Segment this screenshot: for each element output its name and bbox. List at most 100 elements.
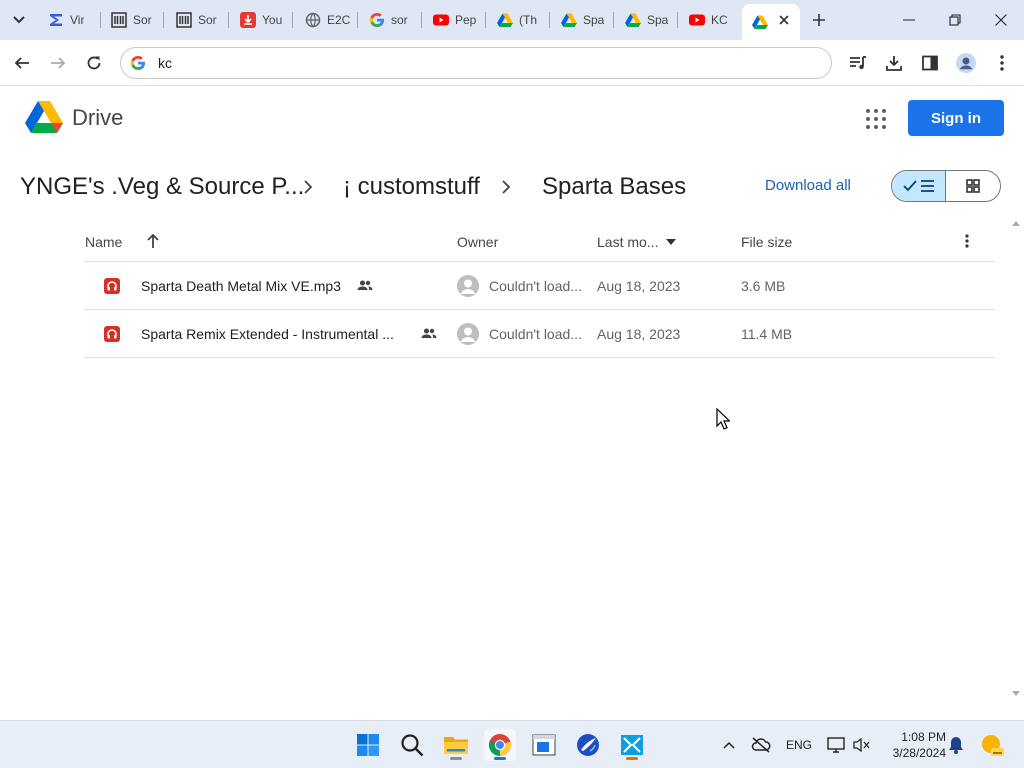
browser-tab[interactable]: Sor [101,6,163,34]
tab-search-button[interactable] [6,7,32,33]
notifications-button[interactable] [946,735,966,755]
chevron-up-icon [723,741,735,749]
caret-down-icon[interactable] [665,238,677,246]
grid-view-button[interactable] [946,171,1000,201]
windows-start-icon [357,734,379,756]
address-bar[interactable]: kc [120,47,832,79]
breadcrumb-item[interactable]: YNGE's .Veg & Source P... [20,173,304,201]
browser-toolbar: kc [0,40,1024,86]
arrow-left-icon [14,57,29,69]
minimize-icon [903,19,915,21]
browser-tab[interactable]: KC [679,6,739,34]
minimize-button[interactable] [886,4,932,36]
column-header-modified[interactable]: Last mo... [597,234,658,250]
close-tab-button[interactable] [776,12,792,28]
tab-title: E2C [327,13,351,27]
network-volume-button[interactable] [852,735,872,755]
browser-tab[interactable]: (Th [487,6,549,34]
video-editor-icon [621,735,643,755]
scroll-down-icon[interactable] [1011,690,1021,698]
weather-widget[interactable] [980,733,1004,757]
shared-people-icon [357,280,373,290]
file-name[interactable]: Sparta Remix Extended - Instrumental ... [141,326,394,342]
file-name[interactable]: Sparta Death Metal Mix VE.mp3 [141,278,341,294]
tab-title: Spa [647,13,669,27]
library-icon [111,12,127,28]
taskbar-app-window[interactable] [528,729,560,761]
media-controls-button[interactable] [846,51,870,75]
table-row[interactable]: Sparta Death Metal Mix VE.mp3 Couldn't l… [84,262,995,309]
browser-tab[interactable]: Spa [551,6,613,34]
divider [84,357,995,358]
restore-button[interactable] [932,4,978,36]
taskbar-file-explorer[interactable] [440,729,472,761]
table-row[interactable]: Sparta Remix Extended - Instrumental ...… [84,310,995,357]
taskbar-search-button[interactable] [396,729,428,761]
restore-icon [949,14,961,26]
media-player-icon [577,734,599,756]
browser-tab[interactable]: Pep [423,6,485,34]
clock-time: 1:08 PM [901,730,946,744]
sigma-icon [48,12,64,28]
close-icon [779,15,789,25]
side-panel-button[interactable] [918,51,942,75]
show-hidden-icons-button[interactable] [719,735,739,755]
browser-tab[interactable]: Spa [615,6,677,34]
language-indicator[interactable]: ENG [786,738,812,752]
browser-tab[interactable]: Vir [38,6,100,34]
browser-tab[interactable]: sor [359,6,421,34]
search-icon [401,734,424,757]
tab-title: sor [391,13,408,27]
list-view-button[interactable] [892,171,947,201]
speaker-icon [853,737,870,753]
scroll-up-icon[interactable] [1011,219,1021,227]
download-icon [886,56,902,71]
breadcrumb-current: Sparta Bases [542,173,687,200]
mouse-cursor-icon [716,408,730,430]
profile-button[interactable] [954,51,978,75]
browser-menu-button[interactable] [990,51,1014,75]
forward-button[interactable] [44,49,72,77]
breadcrumb-item[interactable]: ¡ customstuff [343,173,480,201]
system-clock[interactable]: 1:08 PM 3/28/2024 [880,729,946,761]
more-vertical-icon [1000,55,1004,71]
sign-in-button[interactable]: Sign in [908,100,1004,136]
arrow-right-icon [51,57,66,69]
onedrive-status[interactable] [751,735,771,755]
avatar [457,323,479,345]
tab-title: (Th [519,13,537,27]
google-apps-icon[interactable] [863,106,889,132]
chevron-right-icon [301,177,315,197]
reload-icon [87,56,101,70]
back-button[interactable] [8,49,36,77]
column-header-name[interactable]: Name [85,234,122,250]
more-vertical-icon[interactable] [964,233,970,249]
avatar [457,275,479,297]
arrow-up-icon[interactable] [146,233,160,249]
taskbar-video-editor[interactable] [616,729,648,761]
google-icon [369,12,385,28]
tab-title: KC [711,13,728,27]
browser-tab[interactable]: You [230,6,292,34]
column-header-owner[interactable]: Owner [457,234,498,250]
browser-tab[interactable]: Sor [166,6,228,34]
taskbar-chrome[interactable] [484,729,516,761]
taskbar-media-player[interactable] [572,729,604,761]
download-all-button[interactable]: Download all [765,177,851,194]
close-window-button[interactable] [978,4,1024,36]
app-window-icon [532,734,556,756]
display-settings-button[interactable] [826,735,846,755]
side-panel-icon [922,55,938,71]
audio-file-icon [104,278,120,294]
tab-strip: Vir Sor Sor You E2C sor Pep (Th Spa Spa … [0,0,1024,40]
column-header-size[interactable]: File size [741,234,792,250]
reload-button[interactable] [80,49,108,77]
youtube-icon [689,12,705,28]
browser-tab[interactable]: E2C [295,6,357,34]
youtube-icon [433,12,449,28]
new-tab-button[interactable] [808,9,830,31]
file-explorer-icon [444,737,468,754]
chevron-down-icon [13,16,25,24]
downloads-button[interactable] [882,51,906,75]
start-button[interactable] [352,729,384,761]
